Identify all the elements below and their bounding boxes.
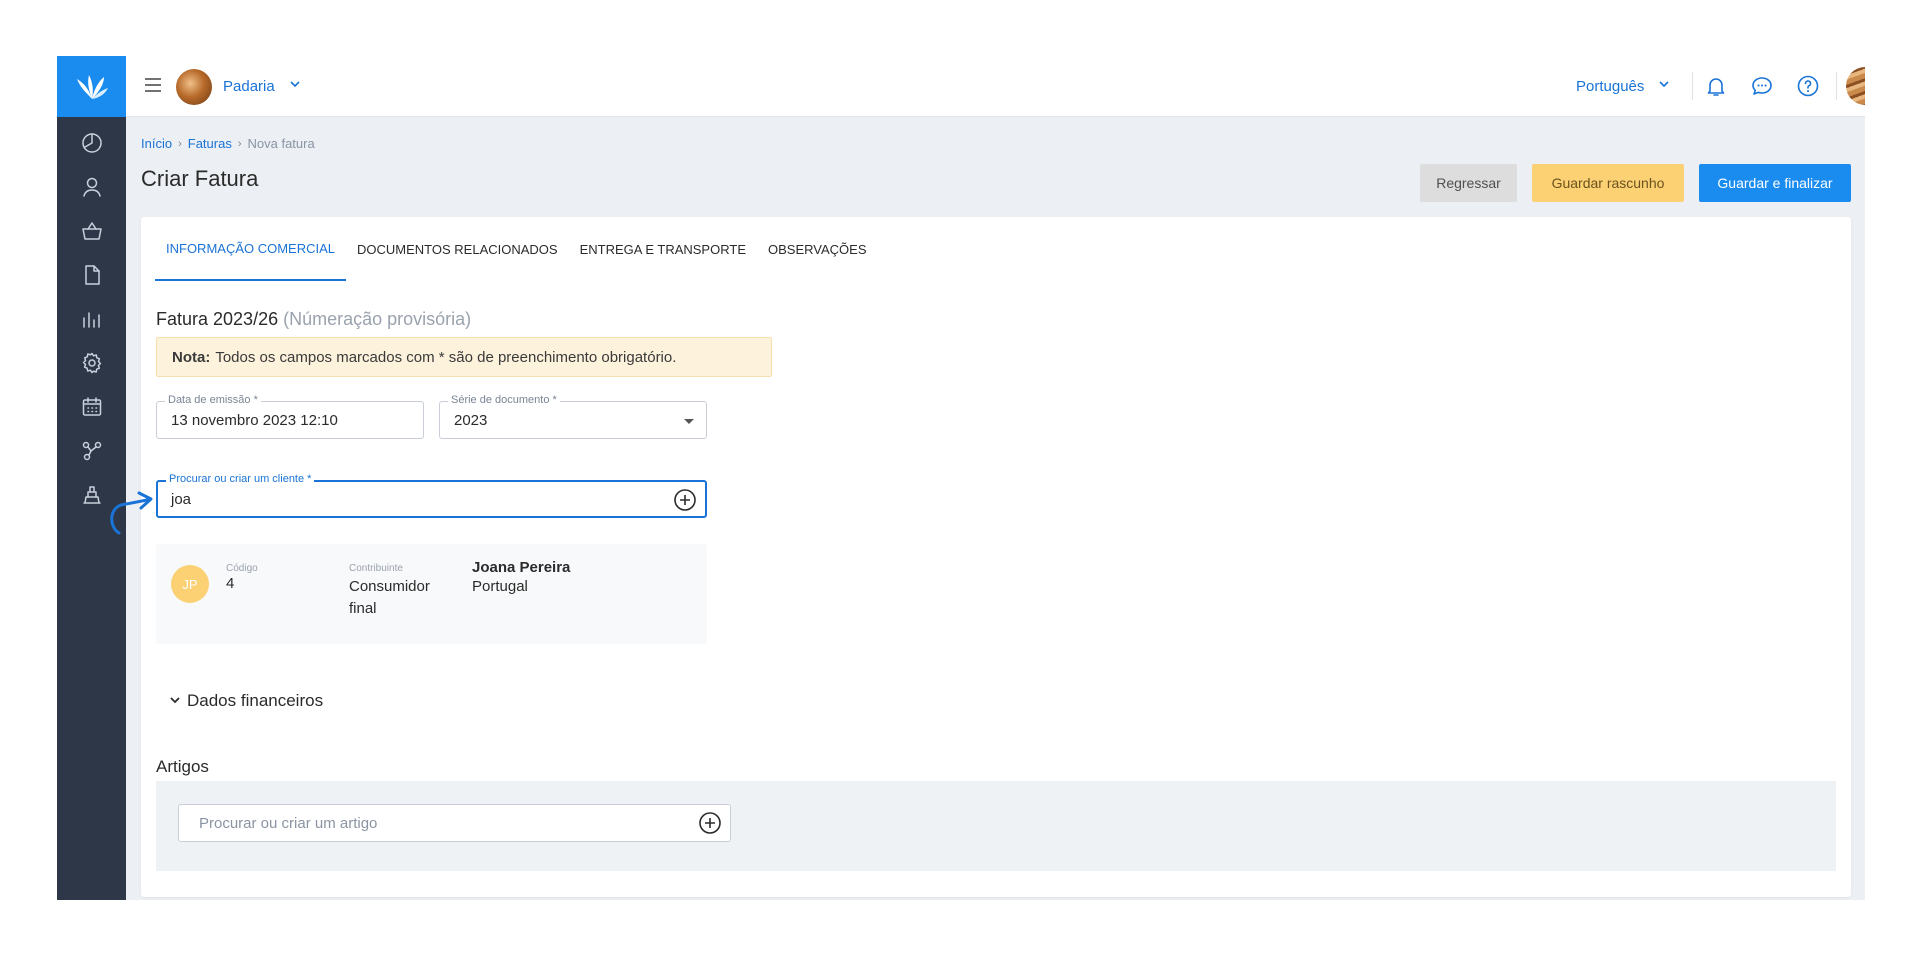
note-prefix: Nota: [172,348,211,366]
client-code-value: 4 [226,575,235,592]
client-search-value: joa [171,491,192,508]
topbar: Padaria Português [126,56,1865,117]
document-series-select[interactable]: Série de documento * 2023 [439,394,707,439]
reports-icon[interactable] [57,297,126,341]
company-selector[interactable]: Padaria [223,77,301,95]
breadcrumb-separator: › [178,137,182,150]
tab-commercial-info[interactable]: INFORMAÇÃO COMERCIAL [155,217,347,281]
menu-toggle-icon[interactable] [143,75,163,95]
caret-down-icon [684,419,694,424]
chevron-down-icon [1658,77,1670,95]
breadcrumb-invoices[interactable]: Faturas [188,136,232,151]
pointer-arrow-icon [53,487,158,540]
user-avatar[interactable] [1846,67,1865,105]
document-series-value: 2023 [454,412,488,429]
settings-icon[interactable] [57,341,126,385]
save-draft-button[interactable]: Guardar rascunho [1532,164,1684,202]
document-series-label: Série de documento * [448,394,560,406]
bell-icon[interactable] [1704,74,1728,98]
tab-delivery-transport[interactable]: ENTREGA E TRANSPORTE [569,217,757,281]
client-search-label: Procurar ou criar um cliente * [166,473,315,485]
client-initials-avatar: JP [171,565,209,603]
logo-icon [76,74,108,99]
back-button[interactable]: Regressar [1420,164,1517,202]
client-search-input[interactable]: Procurar ou criar um cliente * joa [156,473,707,518]
divider [1836,72,1837,100]
breadcrumb-current: Nova fatura [247,136,315,151]
tab-observations[interactable]: OBSERVAÇÕES [757,217,878,281]
client-search-result[interactable]: JP Código 4 Contribuinte Consumidor fina… [156,544,707,644]
article-search-placeholder: Procurar ou criar um artigo [199,815,378,832]
add-client-icon[interactable] [673,488,697,517]
client-taxpayer-value-line1: Consumidor [349,578,430,595]
article-search-input[interactable]: Procurar ou criar um artigo [178,804,731,842]
required-fields-note: Nota: Todos os campos marcados com * são… [156,337,772,377]
add-article-icon[interactable] [698,811,722,840]
note-text: Todos os campos marcados com * são de pr… [215,348,677,366]
user-icon[interactable] [57,165,126,209]
breadcrumb-separator: › [237,137,242,150]
language-selector[interactable]: Português [1576,77,1670,95]
basket-icon[interactable] [57,209,126,253]
invoice-form-card: INFORMAÇÃO COMERCIAL DOCUMENTOS RELACION… [141,217,1851,897]
chevron-down-icon [169,691,181,711]
help-icon[interactable] [1796,74,1820,98]
tab-related-documents[interactable]: DOCUMENTOS RELACIONADOS [346,217,569,281]
invoice-number: Fatura 2023/26 (Númeração provisória) [156,309,471,330]
financial-data-label: Dados financeiros [187,691,324,710]
chat-icon[interactable] [1750,74,1774,98]
company-avatar[interactable] [176,69,212,105]
save-finalize-button[interactable]: Guardar e finalizar [1699,164,1851,202]
issue-date-value: 13 novembro 2023 12:10 [171,412,338,429]
page-title: Criar Fatura [141,166,259,191]
divider [1692,72,1693,100]
language-label: Português [1576,77,1645,95]
breadcrumb: Início › Faturas › Nova fatura [141,136,315,151]
client-taxpayer-value-line2: final [349,600,377,617]
tab-bar: INFORMAÇÃO COMERCIAL DOCUMENTOS RELACION… [155,217,878,281]
app-logo[interactable] [57,56,126,117]
articles-panel: Procurar ou criar um artigo [156,781,1836,871]
issue-date-field[interactable]: Data de emissão * 13 novembro 2023 12:10 [156,394,424,439]
invoice-number-text: Fatura 2023/26 [156,309,279,329]
chevron-down-icon [289,77,301,95]
breadcrumb-home[interactable]: Início [141,136,172,151]
issue-date-label: Data de emissão * [165,394,261,406]
client-taxpayer-label: Contribuinte [349,563,403,574]
document-icon[interactable] [57,253,126,297]
app-window: Padaria Português Início › Faturas › Nov… [57,56,1865,900]
dashboard-icon[interactable] [57,121,126,165]
company-name: Padaria [223,77,275,95]
calendar-icon[interactable] [57,385,126,429]
integrations-icon[interactable] [57,429,126,473]
articles-heading: Artigos [156,757,209,776]
sidebar [57,56,126,900]
financial-data-toggle[interactable]: Dados financeiros [169,691,323,711]
client-country: Portugal [472,578,528,595]
invoice-provisional-text: (Númeração provisória) [283,309,472,329]
